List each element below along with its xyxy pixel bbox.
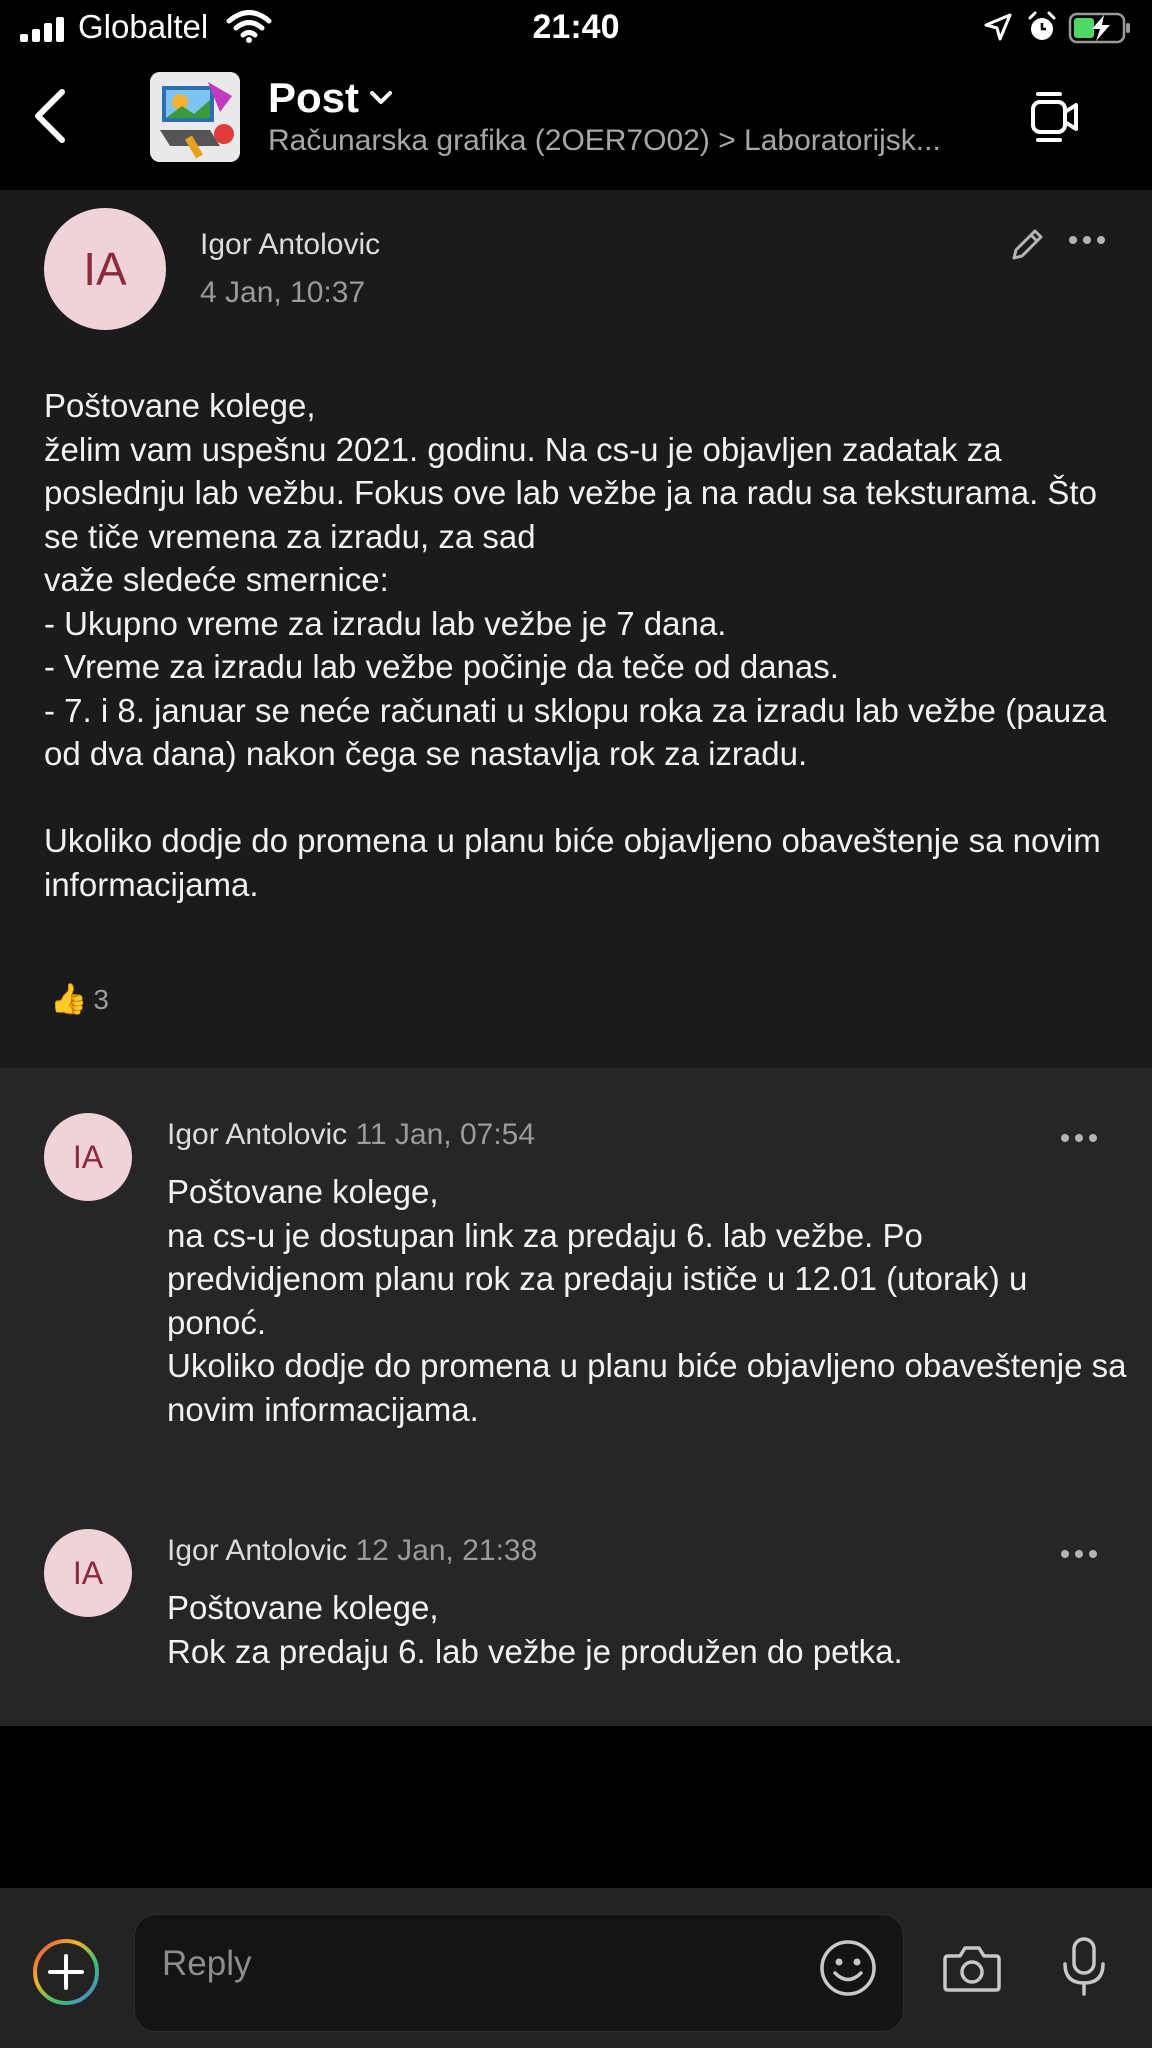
add-attachment-button[interactable]: [32, 1938, 100, 2006]
avatar[interactable]: IA: [44, 1113, 132, 1201]
avatar[interactable]: IA: [44, 1529, 132, 1617]
reply-placeholder: Reply: [162, 1944, 252, 1983]
microphone-icon[interactable]: [1058, 1936, 1110, 2003]
more-options-icon[interactable]: [1060, 1130, 1098, 1148]
reply-author[interactable]: Igor Antolovic: [167, 1534, 347, 1567]
reply-body: Poštovane kolege, na cs-u je dostupan li…: [167, 1173, 1127, 1428]
post-author[interactable]: Igor Antolovic: [200, 228, 380, 262]
emoji-icon[interactable]: [818, 1938, 878, 2003]
location-arrow-icon: [983, 12, 1013, 47]
camera-icon[interactable]: [942, 1942, 1002, 1999]
status-time: 21:40: [532, 8, 620, 46]
status-bar: Globaltel 21:40: [0, 0, 1152, 60]
reply-author[interactable]: Igor Antolovic: [167, 1118, 347, 1151]
back-button[interactable]: [30, 88, 70, 149]
reaction-badge[interactable]: 👍 3: [50, 982, 109, 1017]
more-options-icon[interactable]: [1068, 232, 1106, 250]
post-body: Poštovane kolege, želim vam uspešnu 2021…: [44, 387, 1107, 903]
team-avatar-image[interactable]: [150, 72, 240, 162]
battery-charging-icon: [1068, 12, 1134, 49]
breadcrumb[interactable]: Računarska grafika (2OER7O02) > Laborato…: [268, 124, 941, 158]
reply-date: 11 Jan, 07:54: [355, 1118, 536, 1151]
reaction-count: 3: [93, 983, 109, 1015]
edit-icon[interactable]: [1008, 226, 1046, 269]
reply-header: Igor Antolovic 11 Jan, 07:54: [167, 1118, 535, 1152]
post-date: 4 Jan, 10:37: [200, 276, 366, 309]
reply-date: 12 Jan, 21:38: [355, 1534, 538, 1567]
alarm-icon: [1026, 10, 1058, 49]
chevron-down-icon: [370, 91, 393, 104]
avatar[interactable]: IA: [44, 208, 166, 330]
video-call-icon[interactable]: [1030, 88, 1080, 149]
reply-body: Poštovane kolege, Rok za predaju 6. lab …: [167, 1589, 903, 1670]
page-title-label: Post: [268, 74, 360, 121]
more-options-icon[interactable]: [1060, 1546, 1098, 1564]
thumbs-up-icon: 👍: [50, 983, 88, 1016]
reply-header: Igor Antolovic 12 Jan, 21:38: [167, 1534, 537, 1568]
page-title[interactable]: Post: [268, 74, 393, 122]
